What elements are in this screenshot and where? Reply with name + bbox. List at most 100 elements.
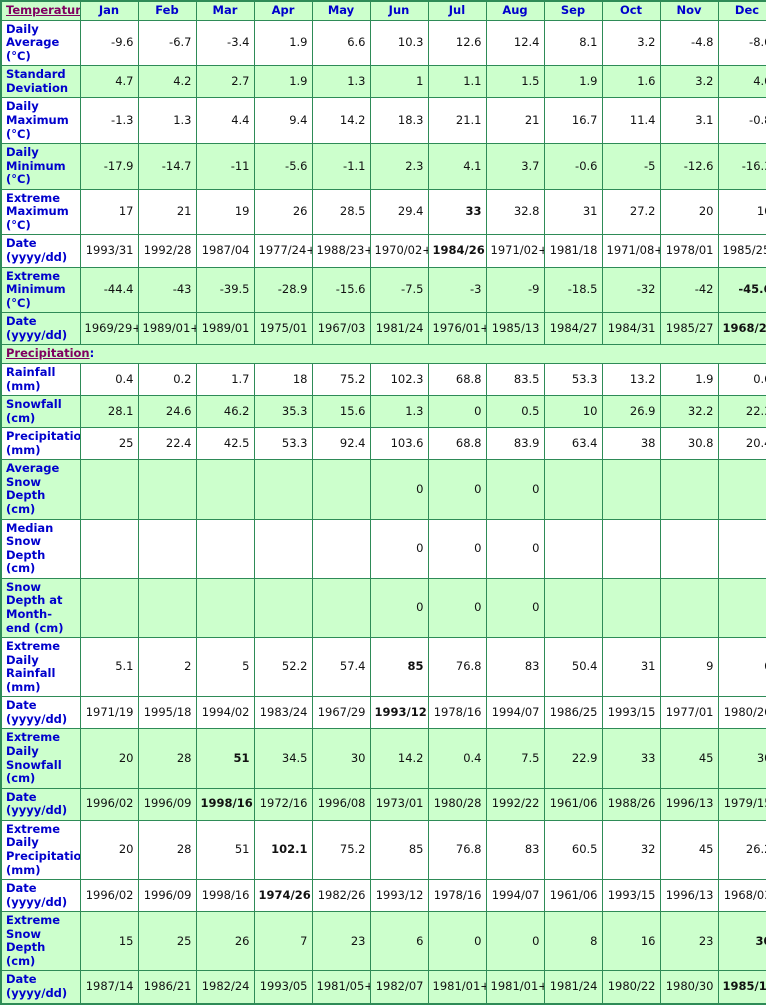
cell-value: 1981/24 (543, 970, 603, 1005)
table-row: Standard Deviation 4.7 4.2 2.7 1.9 1.3 1 1.1 1.5… (0, 65, 766, 99)
cell-value: 1993/12 (369, 879, 429, 913)
cell-value: 8 (543, 911, 603, 972)
cell-value: 1986/25 (543, 696, 603, 730)
cell-value: 1974/26 (253, 879, 313, 913)
table-row: Extreme Daily Precipitation (mm)20285110… (0, 819, 766, 881)
cell-value: 1995/18 (137, 696, 197, 730)
row-label: Extreme Daily Snowfall (cm) (0, 728, 81, 789)
cell-value: 26 (195, 911, 255, 972)
cell-value: -45.6 (717, 266, 766, 314)
cell-value: -18.5 (543, 266, 603, 314)
cell-value: 1996/13 (659, 879, 719, 913)
table-row: Date (yyyy/dd) 1996/02 1996/09 1998/16 1972/… (0, 787, 766, 821)
cell-value: 20 (79, 819, 139, 881)
cell-value: 1987/04 (195, 234, 255, 268)
cell-value: 30.8 (659, 427, 719, 461)
cell-value: 0 (427, 459, 487, 520)
cell-value: 0.5 (485, 395, 545, 429)
cell-value: 1.7 (195, 362, 255, 397)
table-row: Rainfall (mm) 0.4 0.2 1.7 18 75.2 102.3 68.8 83.… (0, 362, 766, 397)
cell-value: -1.1 (311, 143, 371, 190)
cell-value: 1982/24 (195, 970, 255, 1005)
row-label: Daily Average (°C) (0, 19, 81, 67)
cell-value: 14.2 (369, 728, 429, 789)
cell-value: 0 (427, 518, 487, 579)
cell-value: 1982/07 (369, 970, 429, 1005)
cell-value: 1973/01 (369, 787, 429, 821)
cell-value: 11.4 (601, 97, 661, 145)
cell-value: -3 (427, 266, 487, 314)
column-header-oct: Oct (601, 0, 661, 21)
cell-value: 0 (427, 911, 487, 972)
cell-value: 6.6 (311, 19, 371, 67)
cell-value: 21 (485, 97, 545, 145)
cell-value: 1978/16 (427, 879, 487, 913)
row-label: Snowfall (cm) (0, 395, 81, 429)
cell-value: 24.6 (137, 395, 197, 429)
cell-value: -28.9 (253, 266, 313, 314)
cell-value: 21.1 (427, 97, 487, 145)
row-label: Extreme Daily Rainfall (mm) (0, 637, 81, 698)
column-header-apr: Apr (253, 0, 313, 21)
cell-value: -14.7 (137, 143, 197, 190)
cell-value: 15.6 (311, 395, 371, 429)
climate-data-table: Temperature:JanFebMarAprMayJunJulAugSepO… (0, 0, 766, 1005)
cell-value (311, 518, 371, 579)
cell-value: -4.8 (659, 19, 719, 67)
cell-value: 2.3 (369, 143, 429, 190)
cell-value (659, 459, 719, 520)
cell-value: 57.4 (311, 637, 371, 698)
section-row-precipitation: Precipitation: (0, 344, 766, 364)
cell-value: 19 (195, 188, 255, 236)
cell-value: 85 (369, 819, 429, 881)
cell-value: 4.7 (79, 65, 139, 99)
cell-value: -3.4 (195, 19, 255, 67)
section-header-precipitation-colon: : (89, 346, 95, 361)
cell-value: -0.6 (543, 143, 603, 190)
cell-value: 53.3 (253, 427, 313, 461)
cell-value (543, 459, 603, 520)
cell-value: 1996/09 (137, 879, 197, 913)
table-body: Temperature:JanFebMarAprMayJunJulAugSepO… (0, 0, 766, 1005)
cell-value: 32.2 (659, 395, 719, 429)
cell-value: 26 (253, 188, 313, 236)
cell-value: 0 (485, 911, 545, 972)
table-row: Daily Maximum (°C) -1.3 1.3 4.4 9.4 14.2 18.3 2… (0, 97, 766, 145)
row-label: Extreme Daily Precipitation (mm) (0, 819, 81, 881)
column-header-jul: Jul (427, 0, 487, 21)
cell-value (79, 577, 139, 639)
cell-value: 2.7 (195, 65, 255, 99)
cell-value: 30 (311, 728, 371, 789)
cell-value: 1978/16 (427, 696, 487, 730)
cell-value: 1981/24 (369, 312, 429, 346)
row-label: Date (yyyy/dd) (0, 234, 81, 268)
cell-value (717, 459, 766, 520)
row-label: Date (yyyy/dd) (0, 787, 81, 821)
cell-value: 1977/24+ (253, 234, 313, 268)
cell-value: 0 (427, 395, 487, 429)
cell-value: 28 (137, 728, 197, 789)
cell-value: 0 (485, 577, 545, 639)
cell-value: 1976/01+ (427, 312, 487, 346)
cell-value: 1994/07 (485, 879, 545, 913)
cell-value: 0 (369, 577, 429, 639)
table-row: Average Snow Depth (cm)000D (0, 459, 766, 520)
cell-value: 1 (369, 65, 429, 99)
row-label: Date (yyyy/dd) (0, 312, 81, 346)
row-label: Rainfall (mm) (0, 362, 81, 397)
cell-value: 12.4 (485, 19, 545, 67)
cell-value: 2 (137, 637, 197, 698)
cell-value: 1980/26 (717, 696, 766, 730)
cell-value (253, 518, 313, 579)
cell-value: 1969/29+ (79, 312, 139, 346)
cell-value: 1.6 (601, 65, 661, 99)
cell-value: 1985/13 (485, 312, 545, 346)
cell-value: 29.4 (369, 188, 429, 236)
cell-value: 1989/01 (195, 312, 255, 346)
cell-value (253, 577, 313, 639)
cell-value: 103.6 (369, 427, 429, 461)
cell-value (601, 518, 661, 579)
cell-value: 68.8 (427, 362, 487, 397)
cell-value: 1996/02 (79, 879, 139, 913)
cell-value: 3.7 (485, 143, 545, 190)
